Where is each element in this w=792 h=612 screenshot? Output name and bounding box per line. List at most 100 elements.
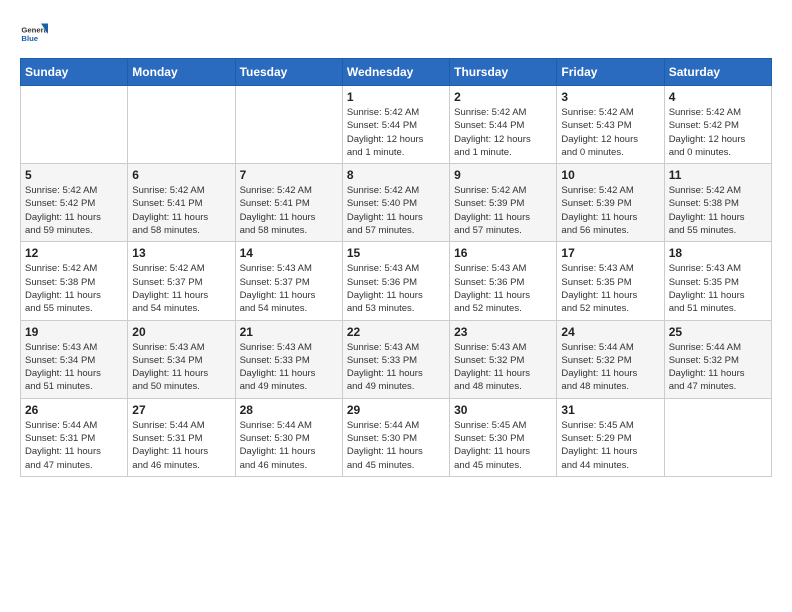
calendar-cell: 8 Sunrise: 5:42 AMSunset: 5:40 PMDaylight… bbox=[342, 164, 449, 242]
calendar-week-row: 26Sunrise: 5:44 AMSunset: 5:31 PMDayligh… bbox=[21, 398, 772, 476]
day-info: Sunrise: 5:43 AMSunset: 5:32 PMDaylight:… bbox=[454, 341, 552, 394]
day-number: 12 bbox=[25, 246, 123, 260]
day-number: 7 bbox=[240, 168, 338, 182]
day-info: Sunrise: 5:45 AMSunset: 5:30 PMDaylight:… bbox=[454, 419, 552, 472]
day-info: Sunrise: 5:44 AMSunset: 5:32 PMDaylight:… bbox=[669, 341, 767, 394]
calendar-table: SundayMondayTuesdayWednesdayThursdayFrid… bbox=[20, 58, 772, 477]
day-number: 1 bbox=[347, 90, 445, 104]
day-number: 16 bbox=[454, 246, 552, 260]
day-info: Sunrise: 5:42 AMSunset: 5:42 PMDaylight:… bbox=[669, 106, 767, 159]
day-info: Sunrise: 5:44 AMSunset: 5:31 PMDaylight:… bbox=[132, 419, 230, 472]
day-number: 18 bbox=[669, 246, 767, 260]
day-number: 24 bbox=[561, 325, 659, 339]
day-info: Sunrise: 5:43 AMSunset: 5:33 PMDaylight:… bbox=[347, 341, 445, 394]
calendar-cell: 14 Sunrise: 5:43 AMSunset: 5:37 PMDayligh… bbox=[235, 242, 342, 320]
day-number: 22 bbox=[347, 325, 445, 339]
calendar-cell: 29 Sunrise: 5:44 AMSunset: 5:30 PMDayligh… bbox=[342, 398, 449, 476]
calendar-cell: 7 Sunrise: 5:42 AMSunset: 5:41 PMDaylight… bbox=[235, 164, 342, 242]
calendar-cell: 20 Sunrise: 5:43 AMSunset: 5:34 PMDayligh… bbox=[128, 320, 235, 398]
calendar-week-row: 1 Sunrise: 5:42 AMSunset: 5:44 PMDaylight… bbox=[21, 86, 772, 164]
day-number: 6 bbox=[132, 168, 230, 182]
day-number: 19 bbox=[25, 325, 123, 339]
day-info: Sunrise: 5:44 AMSunset: 5:32 PMDaylight:… bbox=[561, 341, 659, 394]
day-info: Sunrise: 5:43 AMSunset: 5:36 PMDaylight:… bbox=[347, 262, 445, 315]
day-info: Sunrise: 5:43 AMSunset: 5:35 PMDaylight:… bbox=[669, 262, 767, 315]
day-info: Sunrise: 5:42 AMSunset: 5:42 PMDaylight:… bbox=[25, 184, 123, 237]
weekday-header-saturday: Saturday bbox=[664, 59, 771, 86]
weekday-header-thursday: Thursday bbox=[450, 59, 557, 86]
calendar-cell: 23 Sunrise: 5:43 AMSunset: 5:32 PMDayligh… bbox=[450, 320, 557, 398]
day-info: Sunrise: 5:42 AMSunset: 5:41 PMDaylight:… bbox=[240, 184, 338, 237]
calendar-cell: 22 Sunrise: 5:43 AMSunset: 5:33 PMDayligh… bbox=[342, 320, 449, 398]
day-number: 14 bbox=[240, 246, 338, 260]
day-info: Sunrise: 5:42 AMSunset: 5:43 PMDaylight:… bbox=[561, 106, 659, 159]
day-number: 4 bbox=[669, 90, 767, 104]
day-number: 28 bbox=[240, 403, 338, 417]
calendar-cell: 12 Sunrise: 5:42 AMSunset: 5:38 PMDayligh… bbox=[21, 242, 128, 320]
calendar-week-row: 12 Sunrise: 5:42 AMSunset: 5:38 PMDayligh… bbox=[21, 242, 772, 320]
calendar-cell: 30 Sunrise: 5:45 AMSunset: 5:30 PMDayligh… bbox=[450, 398, 557, 476]
day-number: 17 bbox=[561, 246, 659, 260]
calendar-cell: 27 Sunrise: 5:44 AMSunset: 5:31 PMDayligh… bbox=[128, 398, 235, 476]
day-info: Sunrise: 5:43 AMSunset: 5:34 PMDaylight:… bbox=[25, 341, 123, 394]
calendar-cell: 4 Sunrise: 5:42 AMSunset: 5:42 PMDaylight… bbox=[664, 86, 771, 164]
day-number: 31 bbox=[561, 403, 659, 417]
calendar-cell bbox=[664, 398, 771, 476]
calendar-cell: 10Sunrise: 5:42 AMSunset: 5:39 PMDayligh… bbox=[557, 164, 664, 242]
calendar-week-row: 5 Sunrise: 5:42 AMSunset: 5:42 PMDaylight… bbox=[21, 164, 772, 242]
day-number: 25 bbox=[669, 325, 767, 339]
day-number: 30 bbox=[454, 403, 552, 417]
day-info: Sunrise: 5:44 AMSunset: 5:30 PMDaylight:… bbox=[347, 419, 445, 472]
page-header: General Blue bbox=[20, 20, 772, 48]
calendar-cell: 21 Sunrise: 5:43 AMSunset: 5:33 PMDayligh… bbox=[235, 320, 342, 398]
day-number: 8 bbox=[347, 168, 445, 182]
day-info: Sunrise: 5:42 AMSunset: 5:38 PMDaylight:… bbox=[25, 262, 123, 315]
calendar-cell: 28 Sunrise: 5:44 AMSunset: 5:30 PMDayligh… bbox=[235, 398, 342, 476]
calendar-cell: 1 Sunrise: 5:42 AMSunset: 5:44 PMDaylight… bbox=[342, 86, 449, 164]
day-info: Sunrise: 5:42 AMSunset: 5:38 PMDaylight:… bbox=[669, 184, 767, 237]
day-number: 13 bbox=[132, 246, 230, 260]
calendar-cell: 9Sunrise: 5:42 AMSunset: 5:39 PMDaylight… bbox=[450, 164, 557, 242]
day-info: Sunrise: 5:42 AMSunset: 5:41 PMDaylight:… bbox=[132, 184, 230, 237]
weekday-header-monday: Monday bbox=[128, 59, 235, 86]
logo-icon: General Blue bbox=[20, 20, 48, 48]
day-number: 20 bbox=[132, 325, 230, 339]
calendar-cell: 24 Sunrise: 5:44 AMSunset: 5:32 PMDayligh… bbox=[557, 320, 664, 398]
calendar-cell: 5 Sunrise: 5:42 AMSunset: 5:42 PMDaylight… bbox=[21, 164, 128, 242]
day-info: Sunrise: 5:43 AMSunset: 5:34 PMDaylight:… bbox=[132, 341, 230, 394]
day-info: Sunrise: 5:42 AMSunset: 5:44 PMDaylight:… bbox=[347, 106, 445, 159]
weekday-header-sunday: Sunday bbox=[21, 59, 128, 86]
calendar-week-row: 19 Sunrise: 5:43 AMSunset: 5:34 PMDayligh… bbox=[21, 320, 772, 398]
calendar-cell: 19 Sunrise: 5:43 AMSunset: 5:34 PMDayligh… bbox=[21, 320, 128, 398]
day-number: 21 bbox=[240, 325, 338, 339]
day-number: 27 bbox=[132, 403, 230, 417]
day-number: 23 bbox=[454, 325, 552, 339]
day-number: 9 bbox=[454, 168, 552, 182]
day-info: Sunrise: 5:42 AMSunset: 5:37 PMDaylight:… bbox=[132, 262, 230, 315]
calendar-header-row: SundayMondayTuesdayWednesdayThursdayFrid… bbox=[21, 59, 772, 86]
day-info: Sunrise: 5:42 AMSunset: 5:39 PMDaylight:… bbox=[561, 184, 659, 237]
day-info: Sunrise: 5:42 AMSunset: 5:44 PMDaylight:… bbox=[454, 106, 552, 159]
calendar-cell: 3Sunrise: 5:42 AMSunset: 5:43 PMDaylight… bbox=[557, 86, 664, 164]
calendar-cell: 17 Sunrise: 5:43 AMSunset: 5:35 PMDayligh… bbox=[557, 242, 664, 320]
day-info: Sunrise: 5:43 AMSunset: 5:35 PMDaylight:… bbox=[561, 262, 659, 315]
day-number: 11 bbox=[669, 168, 767, 182]
calendar-cell: 31Sunrise: 5:45 AMSunset: 5:29 PMDayligh… bbox=[557, 398, 664, 476]
calendar-cell: 18 Sunrise: 5:43 AMSunset: 5:35 PMDayligh… bbox=[664, 242, 771, 320]
weekday-header-wednesday: Wednesday bbox=[342, 59, 449, 86]
day-info: Sunrise: 5:44 AMSunset: 5:30 PMDaylight:… bbox=[240, 419, 338, 472]
day-number: 5 bbox=[25, 168, 123, 182]
calendar-cell: 26Sunrise: 5:44 AMSunset: 5:31 PMDayligh… bbox=[21, 398, 128, 476]
calendar-cell: 16 Sunrise: 5:43 AMSunset: 5:36 PMDayligh… bbox=[450, 242, 557, 320]
day-info: Sunrise: 5:42 AMSunset: 5:40 PMDaylight:… bbox=[347, 184, 445, 237]
day-number: 29 bbox=[347, 403, 445, 417]
day-info: Sunrise: 5:43 AMSunset: 5:33 PMDaylight:… bbox=[240, 341, 338, 394]
weekday-header-tuesday: Tuesday bbox=[235, 59, 342, 86]
logo: General Blue bbox=[20, 20, 48, 48]
calendar-cell: 2Sunrise: 5:42 AMSunset: 5:44 PMDaylight… bbox=[450, 86, 557, 164]
calendar-cell: 15Sunrise: 5:43 AMSunset: 5:36 PMDayligh… bbox=[342, 242, 449, 320]
day-info: Sunrise: 5:43 AMSunset: 5:37 PMDaylight:… bbox=[240, 262, 338, 315]
calendar-cell: 11 Sunrise: 5:42 AMSunset: 5:38 PMDayligh… bbox=[664, 164, 771, 242]
calendar-cell bbox=[235, 86, 342, 164]
day-info: Sunrise: 5:43 AMSunset: 5:36 PMDaylight:… bbox=[454, 262, 552, 315]
